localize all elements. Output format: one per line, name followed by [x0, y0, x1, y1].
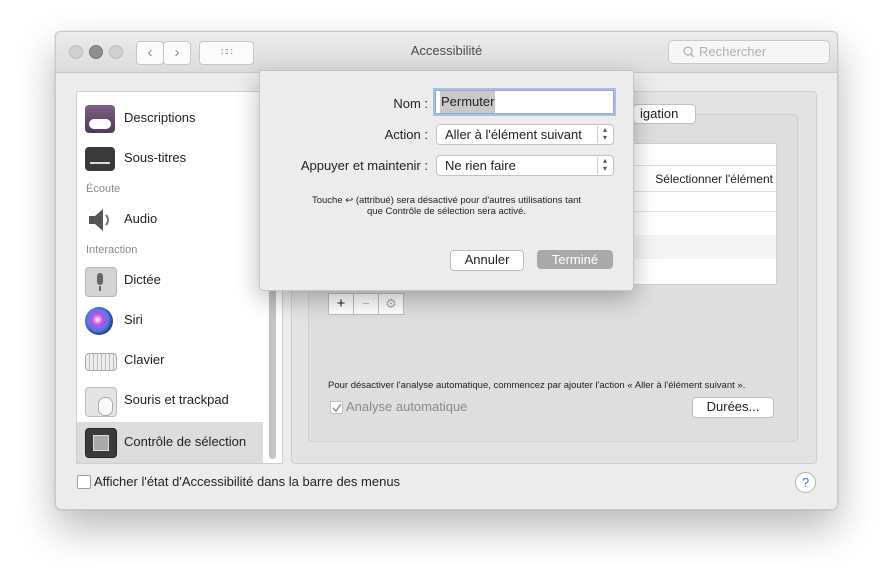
sidebar-item-label: Audio [124, 211, 158, 226]
name-input-value: Permuter [440, 91, 496, 113]
action-select[interactable]: Aller à l'élément suivant ▴ ▾ [436, 124, 614, 145]
minus-icon: − [362, 296, 370, 311]
key-note: Touche ↩ (attribué) sera désactivé pour … [260, 195, 633, 217]
mouse-icon [85, 387, 117, 417]
speaker-icon [89, 209, 109, 231]
gear-icon: ⚙ [385, 296, 397, 311]
sidebar-item-siri[interactable]: Siri [77, 303, 267, 339]
help-button[interactable]: ? [795, 472, 816, 493]
chevron-updown-icon: ▴ ▾ [597, 157, 612, 174]
sidebar-item-dictee[interactable]: Dictée [77, 263, 267, 299]
menu-bar-status-label: Afficher l'état d'Accessibilité dans la … [94, 474, 401, 489]
sidebar-item-controle-de-selection[interactable]: Contrôle de sélection [77, 422, 263, 463]
checkmark-icon [332, 403, 342, 413]
sidebar-item-label: Souris et trackpad [124, 392, 229, 407]
key-note-line: que Contrôle de sélection sera activé. [367, 206, 526, 217]
tab-navigation[interactable]: igation [633, 104, 696, 124]
action-label: Action : [384, 127, 428, 142]
chevron-updown-icon: ▴ ▾ [597, 126, 612, 143]
key-note-line: Touche ↩ (attribué) sera désactivé pour … [311, 195, 582, 206]
cancel-button[interactable]: Annuler [450, 250, 524, 271]
title-bar: ‹ › ∷∷ Accessibilité Rechercher [56, 32, 837, 73]
search-placeholder: Rechercher [699, 44, 767, 59]
siri-icon [85, 307, 113, 335]
sidebar-item-label: Dictée [124, 272, 161, 287]
sidebar-section-ecoute: Écoute [86, 183, 121, 195]
action-select-value: Aller à l'élément suivant [445, 127, 582, 142]
durations-button[interactable]: Durées... [692, 397, 774, 418]
name-label: Nom : [393, 96, 428, 111]
sidebar-item-label: Siri [124, 312, 143, 327]
keyboard-icon [85, 353, 117, 371]
hold-select[interactable]: Ne rien faire ▴ ▾ [436, 155, 614, 176]
auto-scan-checkbox[interactable] [330, 401, 343, 414]
auto-scan-label: Analyse automatique [346, 399, 468, 414]
switch-control-icon [85, 428, 117, 458]
hold-select-value: Ne rien faire [445, 158, 516, 173]
sidebar-item-label: Contrôle de sélection [124, 434, 247, 449]
sidebar-item-clavier[interactable]: Clavier [77, 343, 267, 379]
switch-dialog: Nom : Permuter Action : Aller à l'élémen… [259, 70, 634, 291]
help-icon: ? [801, 475, 810, 490]
table-column-header: Sélectionner l'élément [655, 172, 773, 186]
name-input[interactable]: Permuter [435, 90, 614, 114]
search-icon [683, 46, 695, 58]
sidebar-item-souris-et-trackpad[interactable]: Souris et trackpad [77, 383, 267, 419]
microphone-icon [85, 267, 117, 297]
sidebar-item-label: Clavier [124, 352, 165, 367]
done-button[interactable]: Terminé [537, 250, 613, 269]
sidebar-section-interaction: Interaction [86, 244, 138, 256]
sidebar-item-label: Descriptions [124, 110, 196, 125]
subtitles-icon [85, 147, 115, 171]
remove-switch-button[interactable]: − [353, 293, 379, 315]
add-switch-button[interactable]: + [328, 293, 354, 315]
search-input[interactable]: Rechercher [668, 40, 830, 64]
sidebar-item-audio[interactable]: Audio [77, 202, 267, 238]
hold-label: Appuyer et maintenir : [300, 158, 428, 173]
gear-button[interactable]: ⚙ [378, 293, 404, 315]
auto-scan-note: Pour désactiver l'analyse automatique, c… [328, 380, 746, 391]
sidebar-item-descriptions[interactable]: Descriptions [77, 101, 267, 137]
plus-icon: + [336, 295, 346, 312]
sidebar-item-label: Sous-titres [124, 150, 187, 165]
sidebar-list: Descriptions Sous-titres Écoute Audio In… [76, 91, 283, 464]
descriptions-icon [85, 105, 115, 133]
menu-bar-status-checkbox[interactable] [77, 475, 91, 489]
sidebar-item-sous-titres[interactable]: Sous-titres [77, 141, 267, 177]
